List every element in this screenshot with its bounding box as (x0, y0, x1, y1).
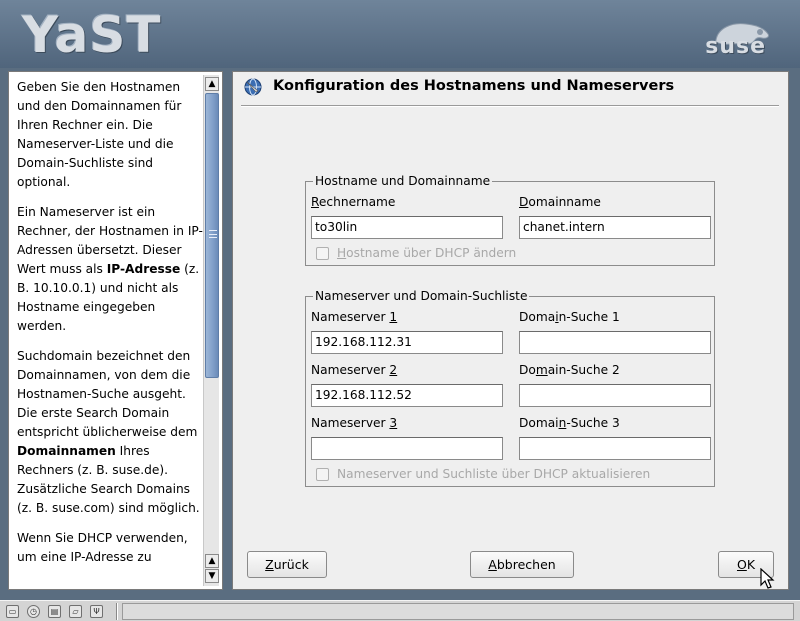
hostname-label-text: echnername (318, 195, 396, 209)
domain-search-2-input[interactable] (519, 384, 711, 407)
nameserver-3-input[interactable] (311, 437, 503, 460)
network-icon[interactable]: Ψ (90, 605, 103, 618)
nameserver-1-label: Nameserver 1 (311, 310, 397, 324)
title-divider (241, 105, 779, 107)
checkbox-mnemonic: H (337, 246, 347, 260)
nameserver-group: Nameserver und Domain-Suchliste Nameserv… (305, 289, 715, 487)
label-text: Do (519, 363, 536, 377)
label-text: Nameserver (311, 416, 390, 430)
hostname-group: Hostname und Domainname Rechnername to30… (305, 174, 715, 266)
button-label: urück (273, 557, 309, 572)
grip-icon (209, 230, 217, 238)
taskbar: ▭ ◷ ▤ ▱ Ψ (0, 600, 800, 621)
folder-icon[interactable]: ▱ (69, 605, 82, 618)
label-mnemonic: 2 (389, 363, 398, 377)
button-mnemonic: O (736, 557, 747, 572)
help-text: Geben Sie den Hostnamen und den Domainna… (17, 78, 205, 578)
hostname-label-mnemonic: R (311, 195, 319, 209)
checkbox-label: Hostname über DHCP ändern (337, 246, 516, 260)
header-banner: YaST suse (0, 0, 800, 68)
label-mnemonic: 1 (389, 310, 398, 324)
domain-search-2-label: Domain-Suche 2 (519, 363, 620, 377)
label-text: Nameserver (311, 310, 390, 324)
button-mnemonic: Z (265, 557, 274, 572)
button-mnemonic: A (488, 557, 497, 572)
help-pane[interactable]: Geben Sie den Hostnamen und den Domainna… (8, 71, 223, 590)
label-text: Nameserver (311, 363, 390, 377)
domain-label-mnemonic: D (519, 195, 529, 209)
domain-label-text: omainname (528, 195, 601, 209)
scroll-up-icon[interactable]: ▲ (205, 77, 219, 91)
scroll-up-icon[interactable]: ▲ (205, 554, 219, 568)
checkbox-box[interactable] (316, 468, 329, 481)
cancel-button[interactable]: Abbrechen (470, 551, 574, 578)
terminal-icon[interactable]: ▤ (48, 605, 61, 618)
scroll-thumb[interactable] (205, 93, 219, 378)
nameserver-group-legend: Nameserver und Domain-Suchliste (313, 289, 530, 303)
label-text: -Suche 3 (566, 416, 620, 430)
nameserver-1-input[interactable]: 192.168.112.31 (311, 331, 503, 354)
scroll-down-icon[interactable]: ▼ (205, 569, 219, 583)
label-mnemonic: m (535, 363, 548, 377)
domain-search-1-label: Domain-Suche 1 (519, 310, 620, 324)
label-text: ain-Suche 2 (547, 363, 620, 377)
help-bold-term: IP-Adresse (106, 262, 181, 276)
start-menu-icon[interactable]: ▭ (6, 605, 19, 618)
checkbox-label-text: ostname über DHCP ändern (346, 246, 517, 260)
clock-icon[interactable]: ◷ (27, 605, 40, 618)
domain-input[interactable]: chanet.intern (519, 216, 711, 239)
help-scrollbar[interactable]: ▲ ▲ ▼ (203, 75, 219, 586)
domain-search-3-label: Domain-Suche 3 (519, 416, 620, 430)
help-text-run: Suchdomain bezeichnet den Domainnamen, v… (17, 349, 198, 439)
domain-search-1-input[interactable] (519, 331, 711, 354)
yast-logo: YaST (22, 6, 162, 64)
domain-label: Domainname (519, 195, 601, 209)
network-globe-icon (244, 78, 262, 96)
label-text: n-Suche 1 (558, 310, 620, 324)
domain-search-3-input[interactable] (519, 437, 711, 460)
help-paragraph: Suchdomain bezeichnet den Domainnamen, v… (17, 347, 205, 518)
nameserver-2-input[interactable]: 192.168.112.52 (311, 384, 503, 407)
suse-logo-text: suse (705, 34, 766, 59)
label-mnemonic: 3 (389, 416, 398, 430)
mouse-pointer-icon (760, 568, 775, 589)
help-paragraph: Geben Sie den Hostnamen und den Domainna… (17, 80, 182, 189)
hostname-label: Rechnername (311, 195, 395, 209)
checkbox-box[interactable] (316, 247, 329, 260)
back-button[interactable]: Zurück (247, 551, 327, 578)
help-bold-term: Domainnamen (17, 444, 116, 458)
nameserver-3-label: Nameserver 3 (311, 416, 397, 430)
hostname-group-legend: Hostname und Domainname (313, 174, 493, 188)
taskbar-separator (116, 603, 118, 620)
nameserver-2-label: Nameserver 2 (311, 363, 397, 377)
hostname-input[interactable]: to30lin (311, 216, 503, 239)
taskbar-task-area[interactable] (122, 603, 794, 620)
page-title: Konfiguration des Hostnamens und Nameser… (273, 78, 675, 94)
help-paragraph: Ein Nameserver ist ein Rechner, der Host… (17, 203, 205, 336)
help-paragraph: Wenn Sie DHCP verwenden, um eine IP-Adre… (17, 531, 188, 564)
label-text: Domai (519, 416, 559, 430)
main-pane: Konfiguration des Hostnamens und Nameser… (232, 71, 789, 590)
button-label: K (746, 557, 756, 572)
checkbox-label: Nameserver und Suchliste über DHCP aktua… (337, 467, 651, 481)
label-text: Doma (519, 310, 556, 324)
button-label: bbrechen (496, 557, 556, 572)
